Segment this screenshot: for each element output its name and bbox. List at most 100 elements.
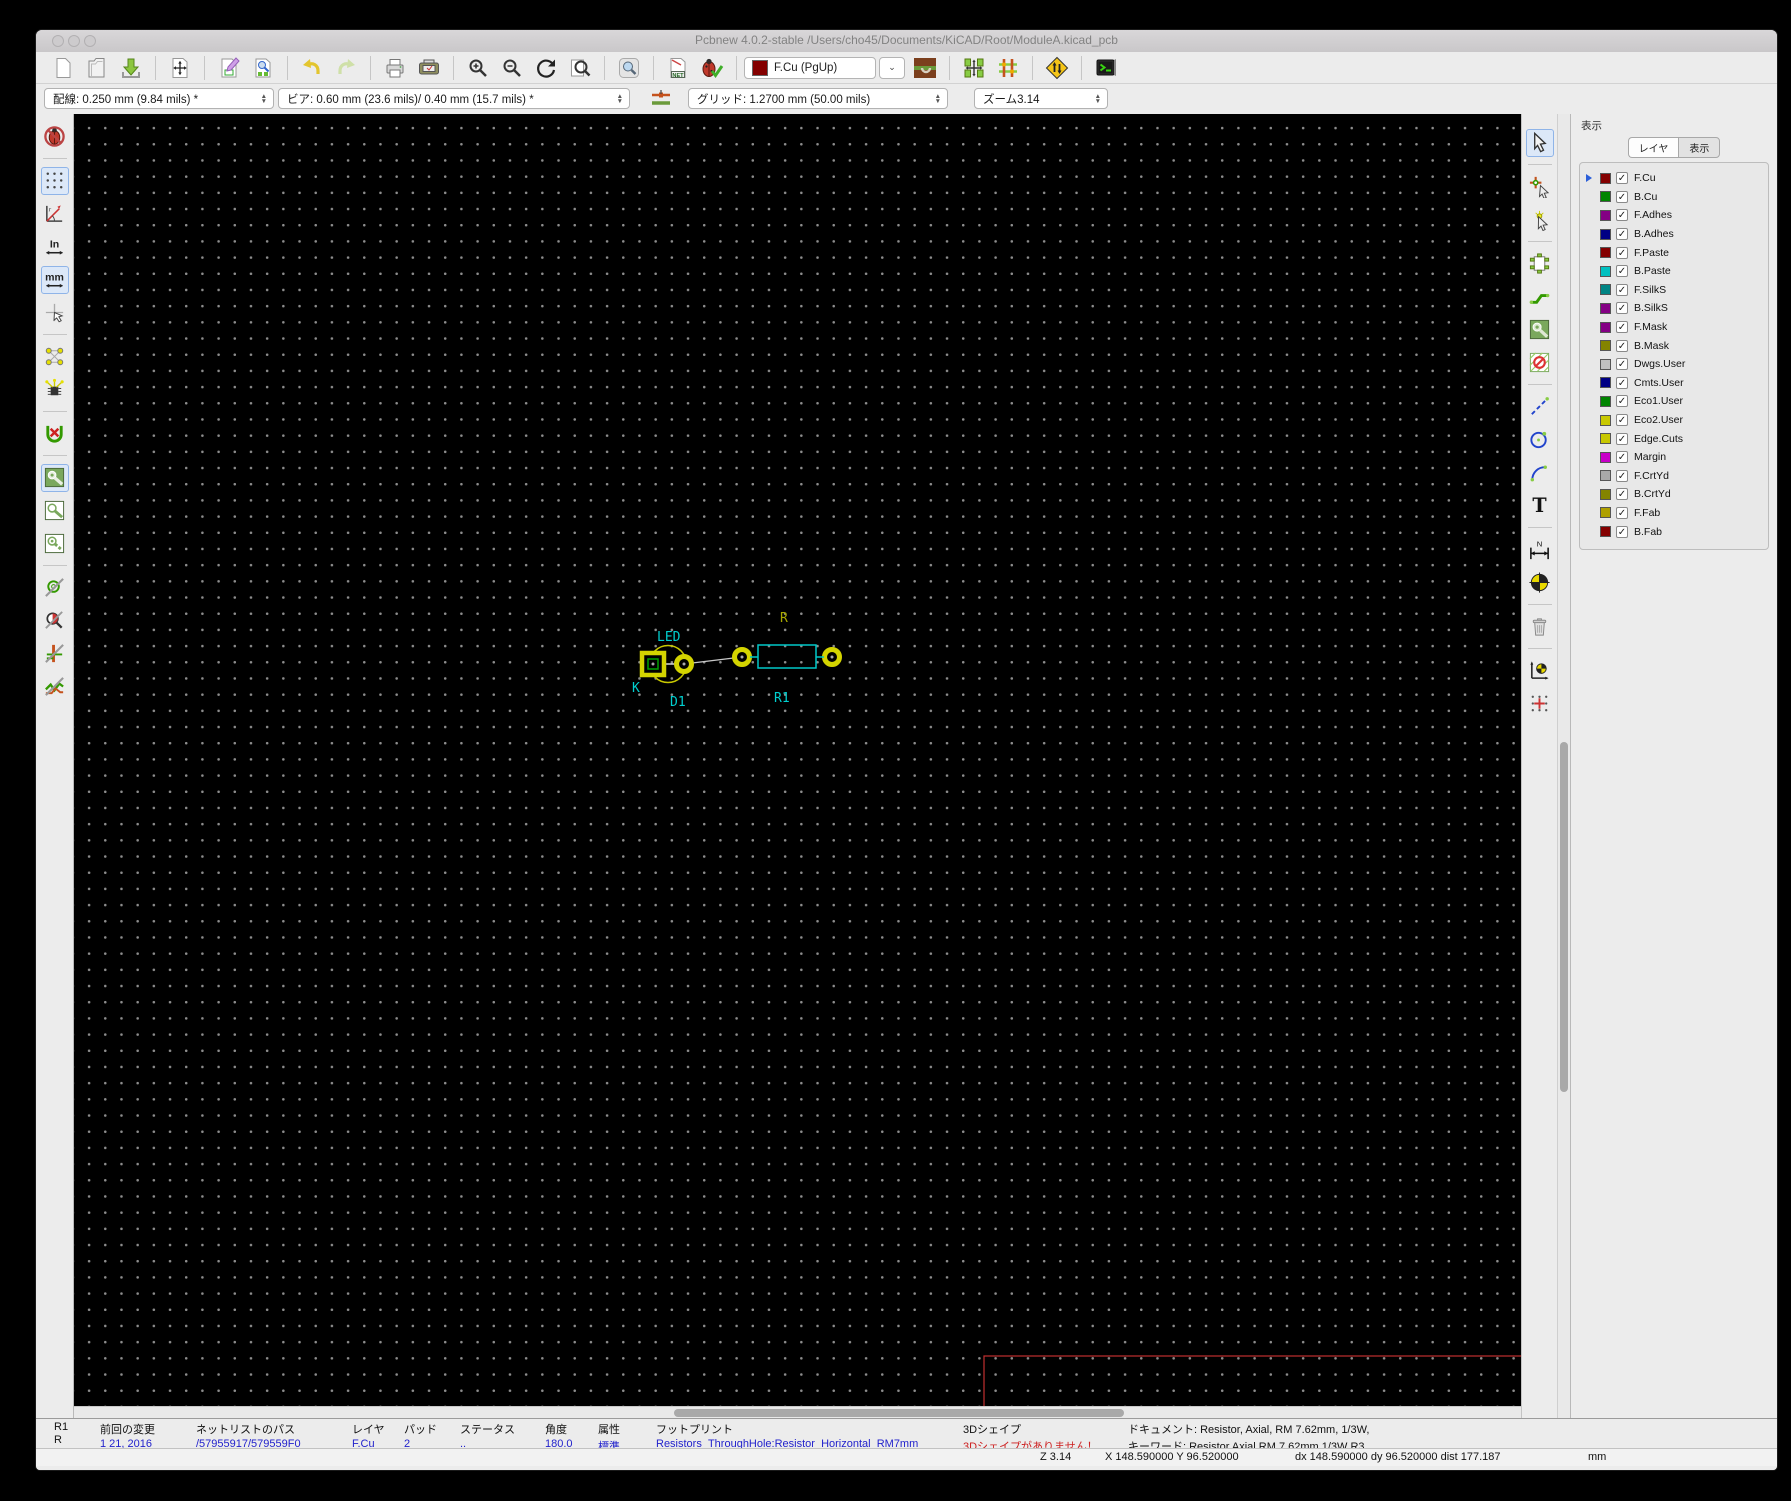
redraw-button[interactable] (533, 55, 559, 81)
layer-row-B.Fab[interactable]: ✓ B.Fab (1584, 522, 1768, 541)
zoom-select[interactable]: ズーム3.14 ▲ ▼ (974, 88, 1108, 109)
layer-color-swatch[interactable] (1600, 284, 1611, 296)
layer-visibility-checkbox[interactable]: ✓ (1616, 414, 1628, 427)
layer-color-swatch[interactable] (1600, 488, 1611, 500)
layer-color-swatch[interactable] (1600, 321, 1611, 333)
layer-color-swatch[interactable] (1600, 451, 1611, 463)
find-button[interactable] (616, 55, 642, 81)
layer-color-swatch[interactable] (1600, 191, 1611, 203)
zones-sketch-button[interactable] (41, 497, 69, 525)
layer-row-Margin[interactable]: ✓ Margin (1584, 448, 1768, 467)
layer-visibility-checkbox[interactable]: ✓ (1616, 228, 1628, 241)
zoom-in-button[interactable] (465, 55, 491, 81)
add-target-button[interactable] (1526, 569, 1554, 597)
drc-off-button[interactable] (41, 123, 69, 151)
drc-check-button[interactable] (699, 55, 725, 81)
select-tool-button[interactable] (1525, 128, 1554, 157)
layer-visibility-checkbox[interactable]: ✓ (1616, 358, 1628, 371)
layer-visibility-checkbox[interactable]: ✓ (1616, 432, 1628, 445)
layer-color-swatch[interactable] (1600, 395, 1611, 407)
layer-color-swatch[interactable] (1600, 172, 1611, 184)
delete-tool-button[interactable] (1526, 613, 1554, 641)
save-board-button[interactable] (118, 55, 144, 81)
autodel-track-button[interactable] (41, 420, 69, 448)
layer-visibility-checkbox[interactable]: ✓ (1616, 376, 1628, 389)
layers-panel-tab-表示[interactable]: 表示 (1678, 137, 1721, 158)
high-contrast-button[interactable] (41, 607, 69, 635)
layer-visibility-checkbox[interactable]: ✓ (1616, 209, 1628, 222)
track-width-palette-button[interactable] (648, 86, 674, 112)
zoom-fit-button[interactable] (567, 55, 593, 81)
grid-size-select[interactable]: グリッド: 1.2700 mm (50.00 mils) ▲ ▼ (688, 88, 948, 109)
add-zone-button[interactable] (1526, 316, 1554, 344)
zones-filled-button[interactable] (40, 463, 69, 492)
library-browser-button[interactable] (250, 55, 276, 81)
layer-row-F.Adhes[interactable]: ✓ F.Adhes (1584, 206, 1768, 225)
layer-visibility-checkbox[interactable]: ✓ (1616, 451, 1628, 464)
layer-row-Cmts.User[interactable]: ✓ Cmts.User (1584, 374, 1768, 393)
print-button[interactable] (382, 55, 408, 81)
layer-visibility-checkbox[interactable]: ✓ (1616, 469, 1628, 482)
layer-pair-button[interactable] (912, 55, 938, 81)
resistor-body-outline[interactable] (757, 644, 817, 669)
grid-show-button[interactable] (40, 166, 69, 195)
layer-visibility-checkbox[interactable]: ✓ (1616, 302, 1628, 315)
layer-row-Dwgs.User[interactable]: ✓ Dwgs.User (1584, 355, 1768, 374)
layer-row-F.Cu[interactable]: ✓ F.Cu (1584, 169, 1768, 188)
led-value-text[interactable]: LED (657, 630, 681, 645)
grid-origin-button[interactable] (1526, 690, 1554, 718)
layer-row-B.Cu[interactable]: ✓ B.Cu (1584, 188, 1768, 207)
add-circle-button[interactable] (1526, 426, 1554, 454)
ratsnest-show-button[interactable] (41, 343, 69, 371)
layer-row-B.Mask[interactable]: ✓ B.Mask (1584, 336, 1768, 355)
module-editor-button[interactable] (216, 55, 242, 81)
vertical-scrollbar[interactable] (1557, 114, 1570, 1418)
zoom-out-button[interactable] (499, 55, 525, 81)
resistor-value-text[interactable]: R (780, 611, 788, 626)
new-board-button[interactable] (50, 55, 76, 81)
place-origin-button[interactable] (1526, 657, 1554, 685)
layer-visibility-checkbox[interactable]: ✓ (1616, 506, 1628, 519)
layer-row-F.SilkS[interactable]: ✓ F.SilkS (1584, 281, 1768, 300)
layer-visibility-checkbox[interactable]: ✓ (1616, 525, 1628, 538)
layer-row-F.CrtYd[interactable]: ✓ F.CrtYd (1584, 467, 1768, 486)
title-bar[interactable]: Pcbnew 4.0.2-stable /Users/cho45/Documen… (36, 30, 1777, 53)
pcb-canvas[interactable]: LED K D1 R R1 (74, 114, 1521, 1406)
layer-visibility-checkbox[interactable]: ✓ (1616, 246, 1628, 259)
polar-coords-button[interactable]: r (41, 200, 69, 228)
layer-color-swatch[interactable] (1600, 265, 1611, 277)
units-inch-button[interactable]: In (41, 233, 69, 261)
add-keepout-button[interactable] (1526, 349, 1554, 377)
layer-visibility-checkbox[interactable]: ✓ (1616, 321, 1628, 334)
footprint-mode-button[interactable] (961, 55, 987, 81)
redo-button[interactable] (333, 55, 359, 81)
open-board-button[interactable] (84, 55, 110, 81)
layer-color-swatch[interactable] (1600, 302, 1611, 314)
layer-color-swatch[interactable] (1600, 340, 1611, 352)
layer-color-swatch[interactable] (1600, 247, 1611, 259)
layer-visibility-checkbox[interactable]: ✓ (1616, 339, 1628, 352)
zones-outline-button[interactable] (41, 530, 69, 558)
layer-row-Edge.Cuts[interactable]: ✓ Edge.Cuts (1584, 429, 1768, 448)
track-width-select[interactable]: 配線: 0.250 mm (9.84 mils) * ▲ ▼ (44, 88, 274, 109)
add-footprint-button[interactable] (1526, 250, 1554, 278)
layer-color-swatch[interactable] (1600, 358, 1611, 370)
led-ref-text[interactable]: D1 (670, 695, 686, 710)
layer-color-swatch[interactable] (1600, 414, 1611, 426)
autoroute-button[interactable] (1044, 55, 1070, 81)
undo-button[interactable] (299, 55, 325, 81)
layer-visibility-checkbox[interactable]: ✓ (1616, 172, 1628, 185)
layer-row-F.Mask[interactable]: ✓ F.Mask (1584, 318, 1768, 337)
layer-row-Eco2.User[interactable]: ✓ Eco2.User (1584, 411, 1768, 430)
layer-dropdown-button[interactable]: ⌄ (879, 56, 905, 79)
add-arc-button[interactable] (1526, 459, 1554, 487)
sheet-settings-button[interactable] (167, 55, 193, 81)
layers-panel-tab-レイヤ[interactable]: レイヤ (1627, 137, 1679, 158)
layer-color-swatch[interactable] (1600, 228, 1611, 240)
layer-visibility-checkbox[interactable]: ✓ (1616, 190, 1628, 203)
layer-color-swatch[interactable] (1600, 507, 1611, 519)
layer-visibility-checkbox[interactable]: ✓ (1616, 283, 1628, 296)
add-line-button[interactable] (1526, 393, 1554, 421)
layer-row-F.Paste[interactable]: ✓ F.Paste (1584, 243, 1768, 262)
cursor-shape-button[interactable] (41, 299, 69, 327)
